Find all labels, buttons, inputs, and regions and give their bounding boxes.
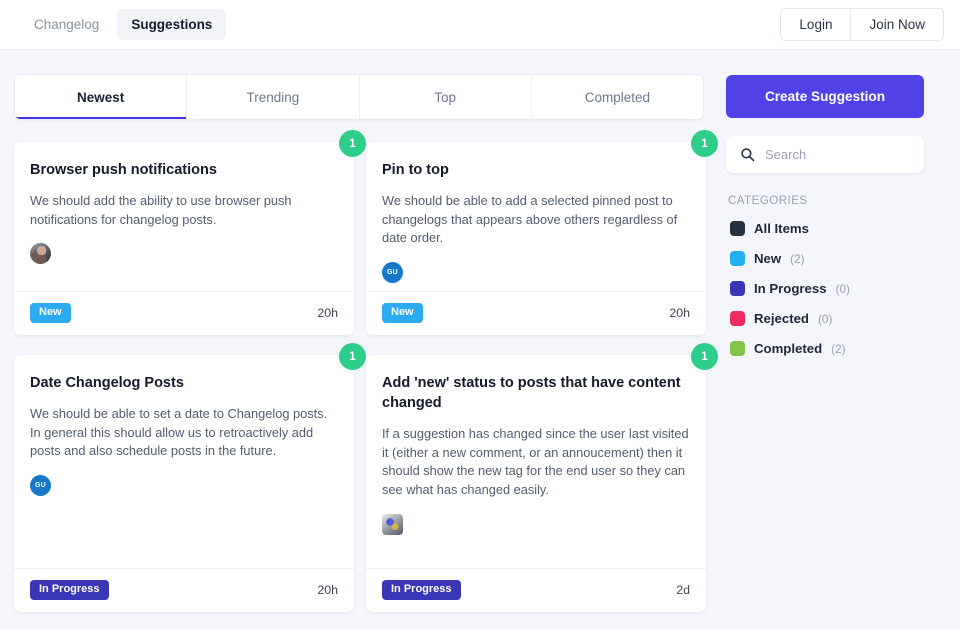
page-body: Newest Trending Top Completed 1 Browser … — [0, 50, 960, 630]
category-label: New — [754, 251, 782, 266]
tab-trending[interactable]: Trending — [187, 75, 360, 119]
avatar: GU — [382, 262, 403, 284]
card-timestamp: 20h — [317, 583, 338, 597]
category-count: (2) — [831, 341, 846, 356]
main-nav: Changelog Suggestions — [20, 9, 227, 40]
suggestion-grid: 1 Browser push notifications We should a… — [14, 130, 718, 612]
card-body: Browser push notifications We should add… — [14, 142, 354, 291]
card-body: Date Changelog Posts We should be able t… — [14, 355, 354, 568]
category-label: In Progress — [754, 281, 827, 296]
avatar — [30, 243, 51, 265]
color-swatch-icon — [730, 221, 745, 236]
card-footer: New 20h — [14, 291, 354, 335]
notification-badge[interactable]: 1 — [691, 343, 718, 370]
sidebar: Create Suggestion CATEGORIES All Items N… — [726, 74, 924, 630]
sidebar-item-new[interactable]: New (2) — [726, 251, 924, 266]
category-count: (0) — [835, 281, 850, 296]
suggestion-card-wrapper: 1 Pin to top We should be able to add a … — [366, 130, 718, 335]
card-title: Add 'new' status to posts that have cont… — [382, 375, 681, 411]
avatar — [382, 513, 403, 535]
main-content: Newest Trending Top Completed 1 Browser … — [14, 74, 718, 630]
avatar: GU — [30, 475, 51, 497]
color-swatch-icon — [730, 341, 745, 356]
suggestion-card[interactable]: Add 'new' status to posts that have cont… — [366, 355, 706, 612]
sidebar-item-completed[interactable]: Completed (2) — [726, 341, 924, 356]
search-icon — [740, 147, 755, 162]
status-badge: New — [382, 303, 423, 323]
create-suggestion-button[interactable]: Create Suggestion — [726, 75, 924, 118]
status-badge: New — [30, 303, 71, 323]
nav-item-changelog[interactable]: Changelog — [20, 9, 113, 40]
color-swatch-icon — [730, 251, 745, 266]
suggestion-card[interactable]: Browser push notifications We should add… — [14, 142, 354, 335]
tab-newest[interactable]: Newest — [15, 75, 188, 119]
card-title: Date Changelog Posts — [30, 375, 184, 391]
app-header: Changelog Suggestions Login Join Now — [0, 0, 960, 50]
card-body: Add 'new' status to posts that have cont… — [366, 355, 706, 568]
card-footer: In Progress 2d — [366, 568, 706, 612]
card-timestamp: 2d — [676, 583, 690, 597]
tab-completed[interactable]: Completed — [531, 75, 703, 119]
suggestion-card[interactable]: Date Changelog Posts We should be able t… — [14, 355, 354, 612]
search-input[interactable] — [765, 147, 910, 162]
join-now-button[interactable]: Join Now — [850, 9, 943, 40]
nav-item-suggestions[interactable]: Suggestions — [117, 9, 227, 40]
card-footer: New 20h — [366, 291, 706, 335]
card-description: We should be able to set a date to Chang… — [30, 406, 328, 459]
card-description: We should be able to add a selected pinn… — [382, 193, 678, 246]
card-timestamp: 20h — [669, 306, 690, 320]
color-swatch-icon — [730, 311, 745, 326]
category-count: (0) — [817, 311, 833, 326]
sidebar-item-all-items[interactable]: All Items — [726, 221, 924, 236]
card-body: Pin to top We should be able to add a se… — [366, 142, 706, 291]
card-description: If a suggestion has changed since the us… — [382, 426, 689, 498]
color-swatch-icon — [730, 281, 745, 296]
sidebar-item-rejected[interactable]: Rejected (0) — [726, 311, 924, 326]
suggestion-card-wrapper: 1 Date Changelog Posts We should be able… — [14, 343, 366, 612]
category-count: (2) — [790, 251, 805, 266]
card-title: Pin to top — [382, 162, 449, 178]
card-title: Browser push notifications — [30, 162, 217, 178]
filter-tabs: Newest Trending Top Completed — [14, 74, 704, 120]
category-label: Rejected — [754, 311, 809, 326]
notification-badge[interactable]: 1 — [339, 130, 366, 157]
suggestion-card[interactable]: Pin to top We should be able to add a se… — [366, 142, 706, 335]
notification-badge[interactable]: 1 — [691, 130, 718, 157]
status-badge: In Progress — [30, 580, 109, 600]
search-box[interactable] — [726, 136, 924, 173]
category-label: All Items — [754, 221, 809, 236]
sidebar-item-in-progress[interactable]: In Progress (0) — [726, 281, 924, 296]
card-description: We should add the ability to use browser… — [30, 193, 292, 227]
suggestion-card-wrapper: 1 Add 'new' status to posts that have co… — [366, 343, 718, 612]
card-footer: In Progress 20h — [14, 568, 354, 612]
auth-button-group: Login Join Now — [780, 8, 944, 41]
card-timestamp: 20h — [317, 306, 338, 320]
status-badge: In Progress — [382, 580, 461, 600]
suggestion-card-wrapper: 1 Browser push notifications We should a… — [14, 130, 366, 335]
login-button[interactable]: Login — [781, 9, 850, 40]
category-label: Completed — [754, 341, 823, 356]
categories-heading: CATEGORIES — [728, 195, 808, 207]
tab-top[interactable]: Top — [359, 75, 532, 119]
notification-badge[interactable]: 1 — [339, 343, 366, 370]
